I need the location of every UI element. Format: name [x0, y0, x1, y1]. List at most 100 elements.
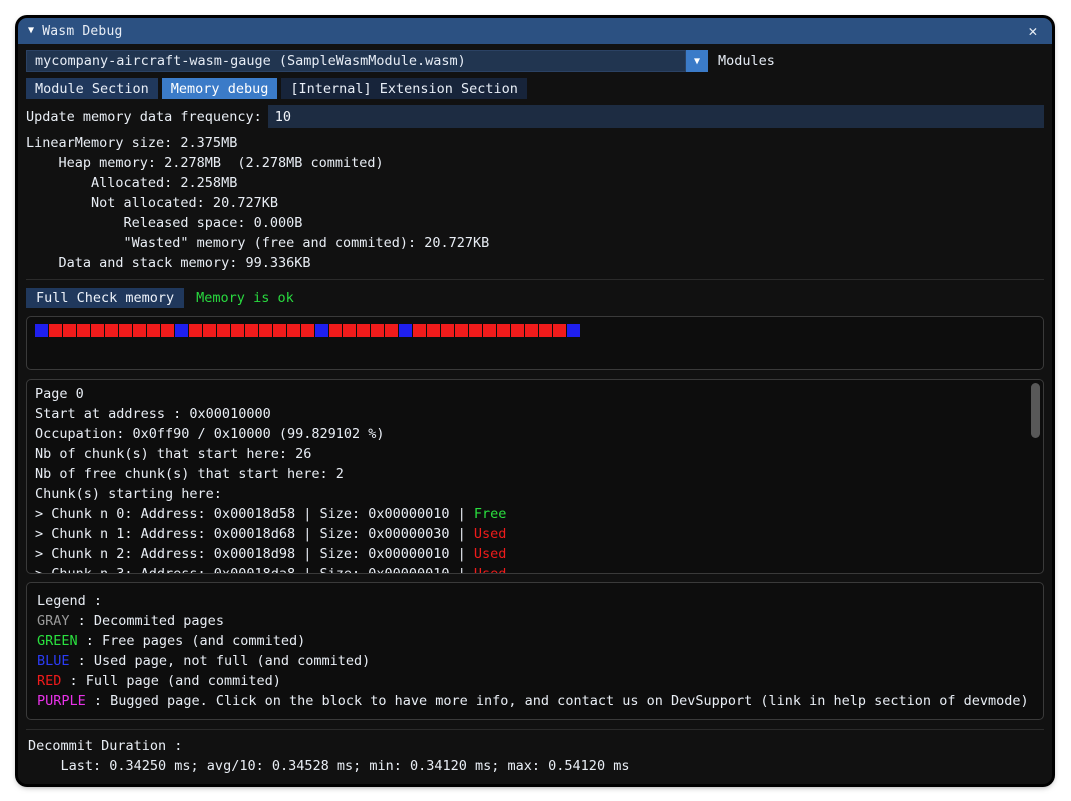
page-block[interactable] — [469, 324, 482, 337]
chunk-description: > Chunk n 0: Address: 0x00018d58 | Size:… — [35, 506, 474, 522]
page-block[interactable] — [259, 324, 272, 337]
legend-entry-key: PURPLE — [37, 693, 86, 709]
legend-entry: BLUE : Used page, not full (and commited… — [37, 651, 1033, 671]
page-block[interactable] — [175, 324, 188, 337]
page-block[interactable] — [553, 324, 566, 337]
page-block[interactable] — [203, 324, 216, 337]
decommit-duration-values: Last: 0.34250 ms; avg/10: 0.34528 ms; mi… — [28, 758, 630, 774]
page-block[interactable] — [497, 324, 510, 337]
tab-module-section[interactable]: Module Section — [26, 78, 158, 99]
page-block[interactable] — [329, 324, 342, 337]
update-frequency-row: Update memory data frequency: — [26, 105, 1044, 128]
page-block[interactable] — [189, 324, 202, 337]
decommit-duration-title: Decommit Duration : — [28, 738, 183, 754]
module-selector-row: mycompany-aircraft-wasm-gauge (SampleWas… — [26, 50, 1044, 72]
memory-check-row: Full Check memory Memory is ok — [26, 279, 1044, 308]
page-block[interactable] — [161, 324, 174, 337]
legend-entry: GREEN : Free pages (and commited) — [37, 631, 1033, 651]
page-block[interactable] — [77, 324, 90, 337]
legend-entry-description: : Bugged page. Click on the block to hav… — [85, 693, 1029, 709]
chevron-down-icon[interactable]: ▼ — [686, 50, 708, 72]
page-block[interactable] — [399, 324, 412, 337]
page-block[interactable] — [385, 324, 398, 337]
module-select-value[interactable]: mycompany-aircraft-wasm-gauge (SampleWas… — [26, 50, 686, 72]
full-check-memory-button[interactable]: Full Check memory — [26, 287, 185, 308]
page-block[interactable] — [231, 324, 244, 337]
legend-entry-key: GREEN — [37, 633, 78, 649]
chunk-status-badge: Used — [473, 526, 507, 542]
chunk-row: > Chunk n 2: Address: 0x00018d98 | Size:… — [35, 544, 1029, 564]
chunk-description: > Chunk n 1: Address: 0x00018d68 | Size:… — [35, 526, 474, 542]
stat-data-and-stack-memory: Data and stack memory: 99.336KB — [26, 255, 311, 271]
page-block[interactable] — [441, 324, 454, 337]
page-block[interactable] — [35, 324, 48, 337]
page-block[interactable] — [245, 324, 258, 337]
page-info-scrollbar-thumb[interactable] — [1031, 383, 1040, 438]
legend-panel: Legend : GRAY : Decommited pages GREEN : … — [26, 582, 1044, 720]
chunk-row: > Chunk n 0: Address: 0x00018d58 | Size:… — [35, 504, 1029, 524]
page-block[interactable] — [357, 324, 370, 337]
legend-entry-description: : Used page, not full (and commited) — [69, 653, 371, 669]
page-block[interactable] — [343, 324, 356, 337]
page-block[interactable] — [273, 324, 286, 337]
chunk-row: > Chunk n 1: Address: 0x00018d68 | Size:… — [35, 524, 1029, 544]
page-block[interactable] — [63, 324, 76, 337]
page-block[interactable] — [119, 324, 132, 337]
page-info-line: Page 0 — [35, 386, 84, 402]
update-frequency-label: Update memory data frequency: — [26, 108, 262, 125]
tab-internal-extension-section[interactable]: [Internal] Extension Section — [281, 78, 527, 99]
chunk-status-badge: Used — [474, 566, 507, 573]
stat-allocated: Allocated: 2.258MB — [26, 175, 238, 191]
page-block[interactable] — [539, 324, 552, 337]
page-block[interactable] — [525, 324, 538, 337]
page-block[interactable] — [287, 324, 300, 337]
page-info-line: Nb of free chunk(s) that start here: 2 — [35, 466, 344, 482]
page-block[interactable] — [483, 324, 496, 337]
page-info-scrollbar[interactable] — [1031, 383, 1040, 570]
legend-entry: RED : Full page (and commited) — [37, 671, 1033, 691]
close-icon[interactable]: ✕ — [1022, 20, 1044, 42]
page-block[interactable] — [217, 324, 230, 337]
tab-bar: Module Section Memory debug [Internal] E… — [26, 78, 1044, 99]
page-blocks-strip — [35, 324, 580, 337]
legend-entry-key: GRAY — [37, 613, 70, 629]
page-block[interactable] — [315, 324, 328, 337]
stat-heap-memory: Heap memory: 2.278MB (2.278MB commited) — [26, 155, 384, 171]
page-block[interactable] — [147, 324, 160, 337]
page-block[interactable] — [567, 324, 580, 337]
page-block[interactable] — [511, 324, 524, 337]
legend-entry-description: : Free pages (and commited) — [77, 633, 306, 649]
chunk-status-badge: Used — [473, 546, 507, 562]
legend-title: Legend : — [37, 593, 103, 609]
modules-label: Modules — [718, 53, 775, 69]
page-info-line: Nb of chunk(s) that start here: 26 — [35, 446, 312, 462]
chunk-status-badge: Free — [473, 506, 507, 522]
stat-not-allocated: Not allocated: 20.727KB — [26, 195, 278, 211]
page-block[interactable] — [91, 324, 104, 337]
window-body: mycompany-aircraft-wasm-gauge (SampleWas… — [18, 44, 1052, 784]
legend-entry: PURPLE : Bugged page. Click on the block… — [37, 691, 1033, 711]
legend-entry-description: : Full page (and commited) — [61, 673, 281, 689]
legend-entry: GRAY : Decommited pages — [37, 611, 1033, 631]
page-block[interactable] — [455, 324, 468, 337]
page-block[interactable] — [301, 324, 314, 337]
page-info-line: Start at address : 0x00010000 — [35, 406, 271, 422]
page-info-line: Occupation: 0x0ff90 / 0x10000 (99.829102… — [35, 426, 385, 442]
page-block[interactable] — [49, 324, 62, 337]
stat-wasted-memory: "Wasted" memory (free and commited): 20.… — [26, 235, 490, 251]
decommit-duration-panel: Decommit Duration : Last: 0.34250 ms; av… — [26, 729, 1044, 776]
page-block[interactable] — [371, 324, 384, 337]
wasm-debug-window: ▼ Wasm Debug ✕ mycompany-aircraft-wasm-g… — [18, 18, 1052, 784]
page-block[interactable] — [413, 324, 426, 337]
update-frequency-input[interactable] — [267, 105, 1044, 128]
triangle-down-icon[interactable]: ▼ — [28, 26, 34, 36]
chunk-description: > Chunk n 2: Address: 0x00018d98 | Size:… — [35, 546, 474, 562]
page-block[interactable] — [133, 324, 146, 337]
page-block[interactable] — [427, 324, 440, 337]
window-titlebar: ▼ Wasm Debug ✕ — [18, 18, 1052, 44]
page-block[interactable] — [105, 324, 118, 337]
chunk-description: > Chunk n 3: Address: 0x00018da8 | Size:… — [35, 566, 474, 573]
legend-entry-key: RED — [37, 673, 62, 689]
chunk-row: > Chunk n 3: Address: 0x00018da8 | Size:… — [35, 564, 1029, 573]
tab-memory-debug[interactable]: Memory debug — [161, 78, 278, 99]
